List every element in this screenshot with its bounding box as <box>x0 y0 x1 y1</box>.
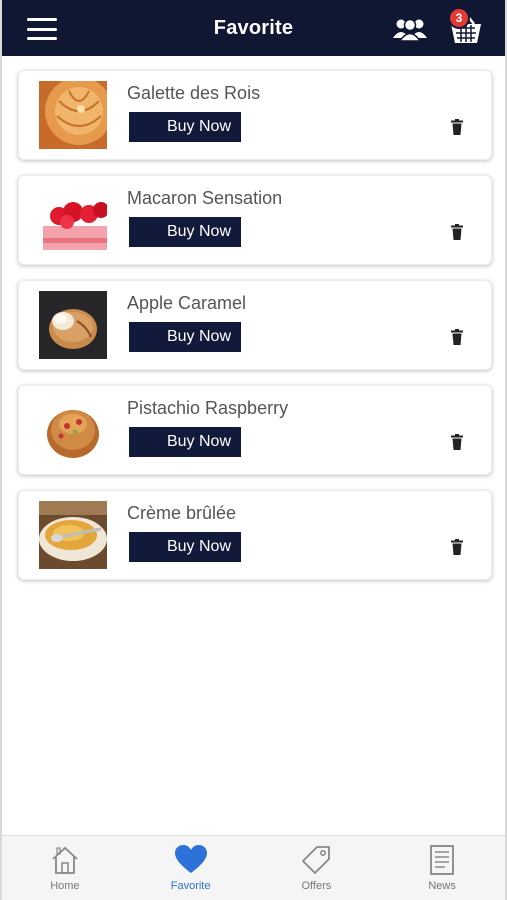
nav-favorite[interactable]: Favorite <box>128 836 254 900</box>
app-header: Favorite 3 <box>2 0 505 56</box>
buy-now-button[interactable]: Buy Now <box>129 112 241 142</box>
buy-now-button[interactable]: Buy Now <box>129 427 241 457</box>
item-name: Macaron Sensation <box>127 188 283 208</box>
buy-now-button[interactable]: Buy Now <box>129 322 241 352</box>
item-name: Crème brûlée <box>127 503 237 523</box>
nav-favorite-label: Favorite <box>170 880 211 892</box>
pistachio-raspberry-image <box>39 396 107 464</box>
favorite-item: Crème brûlée Buy Now <box>18 490 492 580</box>
heart-icon <box>174 845 207 873</box>
home-icon <box>52 846 78 874</box>
favorite-item: Pistachio Raspberry Buy Now <box>18 385 492 475</box>
page-title: Favorite <box>213 16 294 39</box>
users-icon[interactable] <box>392 16 428 42</box>
nav-news-label: News <box>428 880 456 892</box>
item-name: Apple Caramel <box>127 293 247 313</box>
galette-des-rois-image <box>39 81 107 149</box>
apple-caramel-image <box>39 291 107 359</box>
nav-news[interactable]: News <box>379 836 505 900</box>
nav-home-label: Home <box>50 880 80 892</box>
tag-icon <box>302 846 331 874</box>
bottom-nav: Home Favorite Offers News <box>2 835 505 900</box>
buy-now-button[interactable]: Buy Now <box>129 532 241 562</box>
item-name: Galette des Rois <box>127 83 261 103</box>
item-name: Pistachio Raspberry <box>127 398 289 418</box>
trash-icon[interactable] <box>451 224 463 240</box>
favorite-item: Apple Caramel Buy Now <box>18 280 492 370</box>
macaron-sensation-image <box>39 186 107 254</box>
news-icon <box>430 845 455 875</box>
creme-brulee-image <box>39 501 107 569</box>
trash-icon[interactable] <box>451 119 463 135</box>
nav-offers-label: Offers <box>301 880 332 892</box>
trash-icon[interactable] <box>451 539 463 555</box>
trash-icon[interactable] <box>451 434 463 450</box>
buy-now-button[interactable]: Buy Now <box>129 217 241 247</box>
cart-count-badge: 3 <box>448 7 470 29</box>
favorite-item: Galette des Rois Buy Now <box>18 70 492 160</box>
menu-icon[interactable] <box>27 18 57 40</box>
nav-home[interactable]: Home <box>2 836 128 900</box>
trash-icon[interactable] <box>451 329 463 345</box>
favorite-item: Macaron Sensation Buy Now <box>18 175 492 265</box>
nav-offers[interactable]: Offers <box>254 836 380 900</box>
